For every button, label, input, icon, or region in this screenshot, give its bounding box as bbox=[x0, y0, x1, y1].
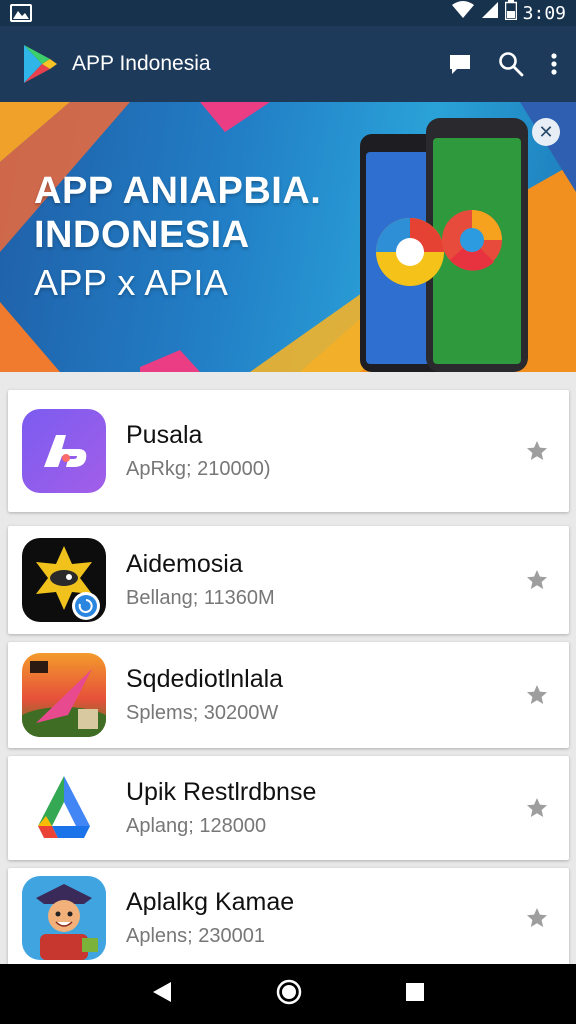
app-meta: Splems; 30200W bbox=[126, 702, 279, 724]
navigation-bar bbox=[0, 964, 576, 1024]
app-meta: Aplang; 128000 bbox=[126, 815, 267, 837]
search-icon[interactable] bbox=[498, 51, 524, 77]
app-name: Pusala bbox=[126, 421, 203, 449]
status-bar: 3:09 bbox=[0, 0, 576, 26]
app-bar: APP Indonesia bbox=[0, 26, 576, 102]
star-icon[interactable] bbox=[525, 568, 549, 592]
list-item[interactable]: Sqdediotlnlala Splems; 30200W bbox=[8, 642, 569, 748]
banner-tagline: APP x APIA bbox=[34, 262, 229, 303]
promo-banner[interactable]: APP ANIAPBIA. INDONESIA APP x APIA ✕ bbox=[0, 102, 576, 372]
more-vert-icon[interactable] bbox=[550, 52, 558, 76]
star-icon[interactable] bbox=[525, 906, 549, 930]
upik-app-icon bbox=[22, 766, 106, 850]
message-icon[interactable] bbox=[448, 52, 472, 76]
status-time: 3:09 bbox=[522, 2, 566, 24]
banner-headline: APP ANIAPBIA. bbox=[34, 170, 322, 212]
wifi-icon bbox=[451, 1, 475, 25]
list-item[interactable]: Pusala ApRkg; 210000) bbox=[8, 390, 569, 512]
signal-icon bbox=[481, 1, 499, 25]
app-meta: Bellang; 11360M bbox=[126, 587, 275, 609]
app-name: Aplalkg Kamae bbox=[126, 888, 295, 916]
close-icon: ✕ bbox=[538, 121, 554, 142]
star-icon[interactable] bbox=[525, 683, 549, 707]
banner-close-button[interactable]: ✕ bbox=[532, 118, 560, 146]
sqdediotlnlala-app-icon bbox=[22, 653, 106, 737]
app-title: APP Indonesia bbox=[72, 52, 211, 75]
app-name: Aidemosia bbox=[126, 550, 243, 578]
photo-icon bbox=[10, 4, 32, 22]
play-logo-icon bbox=[22, 43, 58, 85]
aplalkg-app-icon bbox=[22, 876, 106, 960]
list-item[interactable]: Aidemosia Bellang; 11360M bbox=[8, 526, 569, 634]
back-icon[interactable] bbox=[151, 980, 173, 1009]
app-meta: ApRkg; 210000) bbox=[126, 458, 271, 480]
app-name: Upik Restlrdbnse bbox=[126, 778, 317, 806]
app-meta: Aplens; 230001 bbox=[126, 925, 266, 947]
recents-icon[interactable] bbox=[405, 982, 425, 1007]
star-icon[interactable] bbox=[525, 439, 549, 463]
home-icon[interactable] bbox=[276, 979, 302, 1010]
pusala-app-icon bbox=[22, 409, 106, 493]
banner-subheadline: INDONESIA bbox=[34, 214, 250, 256]
app-name: Sqdediotlnlala bbox=[126, 665, 284, 693]
aidemosia-app-icon bbox=[22, 538, 106, 622]
list-item[interactable]: Aplalkg Kamae Aplens; 230001 bbox=[8, 868, 569, 968]
battery-icon bbox=[504, 0, 517, 26]
star-icon[interactable] bbox=[525, 796, 549, 820]
list-item[interactable]: Upik Restlrdbnse Aplang; 128000 bbox=[8, 756, 569, 860]
